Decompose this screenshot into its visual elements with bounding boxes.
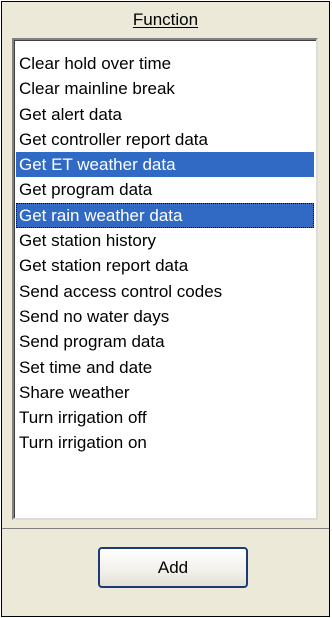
add-button[interactable]: Add — [98, 547, 248, 588]
function-list-item[interactable]: Share weather — [16, 380, 314, 405]
function-list-item[interactable]: Set time and date — [16, 355, 314, 380]
function-header: Function — [2, 2, 329, 38]
function-header-label: Function — [132, 10, 199, 29]
function-listbox[interactable]: Clear hold over time Clear mainline break… — [12, 38, 318, 520]
function-list-item[interactable]: Turn irrigation off — [16, 405, 314, 430]
function-list-item[interactable]: Get station report data — [16, 253, 314, 278]
function-list-item[interactable]: Get program data — [16, 177, 314, 202]
function-list-item[interactable]: Get station history — [16, 228, 314, 253]
function-list-item[interactable]: Send program data — [16, 329, 314, 354]
function-list: Clear hold over time Clear mainline break… — [16, 51, 314, 456]
function-list-item[interactable]: Get rain weather data — [16, 202, 314, 229]
panel-separator — [2, 528, 329, 529]
function-list-item[interactable]: Clear mainline break — [16, 76, 314, 101]
function-list-item[interactable]: Send no water days — [16, 304, 314, 329]
function-list-item[interactable]: Turn irrigation on — [16, 430, 314, 455]
function-list-item[interactable]: Clear hold over time — [16, 51, 314, 76]
function-list-item[interactable]: Get ET weather data — [16, 152, 314, 178]
function-list-item[interactable]: Get alert data — [16, 102, 314, 127]
function-list-item[interactable]: Send access control codes — [16, 279, 314, 304]
function-list-item[interactable]: Get controller report data — [16, 127, 314, 152]
function-panel: Function Clear hold over time Clear mainl… — [1, 1, 330, 617]
